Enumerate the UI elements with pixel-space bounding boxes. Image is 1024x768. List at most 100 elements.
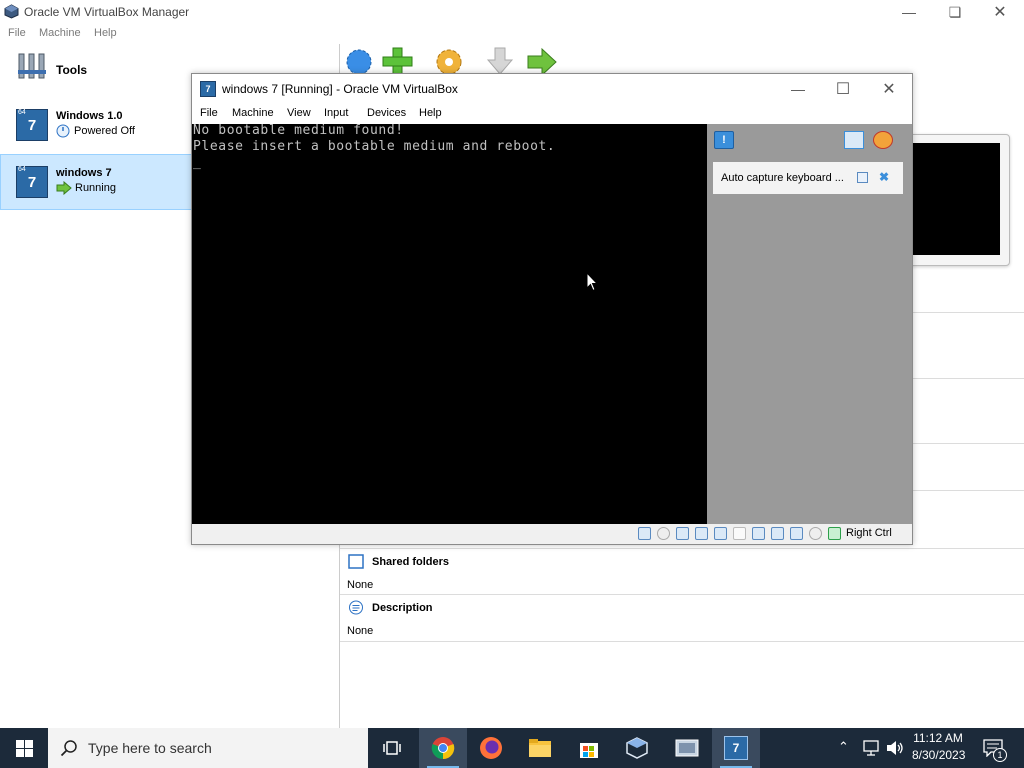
vm-maximize-button[interactable]: ☐ bbox=[820, 77, 866, 101]
menu-help[interactable]: Help bbox=[94, 27, 117, 39]
task-view-button[interactable] bbox=[368, 728, 416, 768]
vm-list-item-windows-7[interactable]: 7 64 windows 7 Running bbox=[0, 154, 192, 210]
console-line: No bootable medium found! bbox=[193, 123, 404, 138]
new-vm-icon[interactable] bbox=[343, 46, 375, 76]
vm-window: 7 windows 7 [Running] - Oracle VM Virtua… bbox=[191, 73, 913, 545]
vm-statusbar: Right Ctrl bbox=[192, 524, 912, 544]
detail-divider bbox=[340, 641, 1024, 642]
vm-titlebar: 7 windows 7 [Running] - Oracle VM Virtua… bbox=[192, 74, 912, 104]
taskbar-search-box[interactable]: Type here to search bbox=[48, 728, 368, 768]
section-title-shared-folders[interactable]: Shared folders bbox=[372, 556, 449, 568]
vm-arch-badge: 64 bbox=[18, 166, 26, 173]
keyboard-capture-icon[interactable] bbox=[828, 527, 841, 540]
minimize-button[interactable]: — bbox=[886, 0, 932, 24]
vm-name: windows 7 bbox=[56, 167, 112, 179]
console-cursor: _ bbox=[193, 155, 202, 170]
vm-menu-devices[interactable]: Devices bbox=[367, 107, 406, 119]
restore-button[interactable]: ❏ bbox=[932, 0, 978, 24]
notification-center: ! Auto capture keyboard ... ✖ bbox=[707, 124, 912, 524]
virtualbox-app-icon bbox=[4, 4, 19, 19]
vm-menu-help[interactable]: Help bbox=[419, 107, 442, 119]
shared-folders-icon bbox=[348, 554, 364, 569]
menu-file[interactable]: File bbox=[8, 27, 26, 39]
audio-icon[interactable] bbox=[676, 527, 689, 540]
notification-help-icon[interactable] bbox=[857, 172, 868, 183]
vm-window-title: windows 7 [Running] - Oracle VM VirtualB… bbox=[222, 82, 458, 96]
taskbar-app-virtualbox[interactable]: 7 bbox=[712, 728, 760, 768]
tools-icon bbox=[18, 53, 46, 79]
search-placeholder: Type here to search bbox=[88, 740, 212, 756]
vm-menu-view[interactable]: View bbox=[287, 107, 311, 119]
network-tray-icon[interactable] bbox=[862, 740, 880, 756]
taskbar-app-store[interactable] bbox=[565, 728, 613, 768]
notification-close-icon[interactable]: ✖ bbox=[879, 170, 889, 184]
usb-icon[interactable] bbox=[714, 527, 727, 540]
detail-divider bbox=[340, 594, 1024, 595]
windows-start-icon[interactable] bbox=[16, 740, 33, 757]
clock-date[interactable]: 8/30/2023 bbox=[912, 748, 965, 762]
vm-window-icon: 7 bbox=[200, 81, 216, 97]
running-arrow-icon bbox=[56, 181, 72, 195]
mouse-integration-icon[interactable] bbox=[809, 527, 822, 540]
discard-arrow-icon[interactable] bbox=[484, 46, 516, 76]
taskbar-app-firefox[interactable] bbox=[467, 728, 515, 768]
firefox-icon bbox=[480, 737, 502, 759]
clock-time[interactable]: 11:12 AM bbox=[912, 731, 964, 745]
folder-icon bbox=[529, 739, 551, 757]
chrome-icon bbox=[431, 737, 455, 760]
taskbar-app-file-explorer[interactable] bbox=[516, 728, 564, 768]
show-arrow-icon[interactable] bbox=[526, 46, 558, 76]
vm-menu-machine[interactable]: Machine bbox=[232, 107, 274, 119]
show-hidden-icons-chevron-icon[interactable]: ⌃ bbox=[838, 739, 849, 755]
manager-titlebar: Oracle VM VirtualBox Manager — ❏ ✕ bbox=[0, 0, 1024, 24]
optical-drive-icon[interactable] bbox=[657, 527, 670, 540]
detail-divider bbox=[340, 548, 1024, 549]
notification-text: Auto capture keyboard ... bbox=[721, 172, 844, 184]
hard-disk-icon[interactable] bbox=[638, 527, 651, 540]
network-icon[interactable] bbox=[695, 527, 708, 540]
volume-icon[interactable] bbox=[886, 740, 904, 756]
section-value: None bbox=[347, 625, 374, 637]
shared-folder-status-icon[interactable] bbox=[733, 527, 746, 540]
vm-arch-badge: 64 bbox=[18, 109, 26, 116]
menu-machine[interactable]: Machine bbox=[39, 27, 81, 39]
section-title-description[interactable]: Description bbox=[372, 602, 433, 614]
display-icon[interactable] bbox=[752, 527, 765, 540]
vm-list-item-windows-1-0[interactable]: 7 64 Windows 1.0 Powered Off bbox=[0, 98, 192, 154]
recording-icon[interactable] bbox=[771, 527, 784, 540]
vm-name: Windows 1.0 bbox=[56, 110, 123, 122]
description-icon bbox=[349, 600, 363, 615]
search-icon bbox=[60, 740, 77, 757]
toggle-stack-icon[interactable] bbox=[844, 131, 864, 149]
vm-preview-screen bbox=[912, 143, 1000, 255]
host-key-label[interactable]: Right Ctrl bbox=[846, 527, 892, 539]
vm-display-screen[interactable]: No bootable medium found! Please insert … bbox=[192, 123, 707, 524]
add-vm-icon[interactable] bbox=[381, 46, 413, 76]
tools-item[interactable]: Tools bbox=[0, 44, 192, 96]
settings-gear-icon[interactable] bbox=[433, 46, 465, 76]
tools-label: Tools bbox=[56, 63, 88, 77]
task-view-icon bbox=[383, 741, 401, 755]
taskbar: Type here to search 7 ⌃ 11:12 AM 8/30/20… bbox=[0, 728, 1024, 768]
vm-menu-file[interactable]: File bbox=[200, 107, 218, 119]
vm-menu-input[interactable]: Input bbox=[324, 107, 348, 119]
vm-state: Running bbox=[75, 182, 116, 194]
vm-close-button[interactable]: ✕ bbox=[866, 77, 912, 101]
store-icon bbox=[580, 743, 598, 758]
manager-window-title: Oracle VM VirtualBox Manager bbox=[24, 5, 190, 19]
notification-count-badge: 1 bbox=[993, 748, 1007, 762]
monitor-app-icon bbox=[675, 739, 699, 757]
powered-off-icon bbox=[56, 124, 70, 138]
cpu-icon[interactable] bbox=[790, 527, 803, 540]
notification-bubble-icon[interactable]: ! bbox=[714, 131, 734, 149]
dismiss-all-icon[interactable] bbox=[873, 131, 893, 149]
taskbar-app-3d[interactable] bbox=[613, 728, 661, 768]
cube-icon bbox=[626, 737, 648, 759]
vm-minimize-button[interactable]: — bbox=[775, 77, 821, 101]
vm-state: Powered Off bbox=[74, 125, 135, 137]
taskbar-app-chrome[interactable] bbox=[419, 728, 467, 768]
section-value: None bbox=[347, 579, 374, 591]
taskbar-app-screen[interactable] bbox=[663, 728, 711, 768]
mouse-pointer-icon bbox=[586, 272, 598, 292]
close-button[interactable]: ✕ bbox=[977, 0, 1023, 24]
